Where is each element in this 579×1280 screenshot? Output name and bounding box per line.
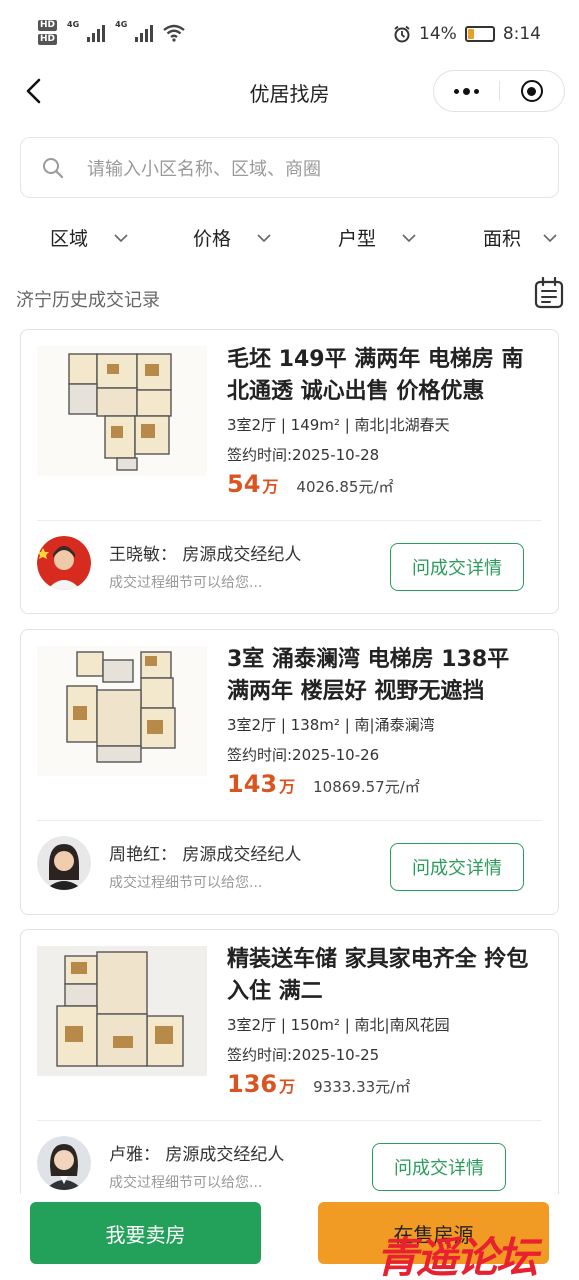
status-bar: HD HD 4G 4G 14% 8:14 (0, 0, 579, 68)
listing-spec: 3室2厅 | 138m² | 南|涌泰澜湾 (227, 716, 435, 734)
listing-date: 签约时间:2025-10-26 (227, 746, 380, 764)
price-row: 143 万 10869.57元/㎡ (227, 770, 420, 798)
target-circle-icon (520, 80, 543, 102)
listing-card[interactable]: 3室 涌泰澜湾 电梯房 138平 满两年 楼层好 视野无遮挡 3室2厅 | 13… (20, 629, 559, 915)
price-unit: 万 (279, 777, 296, 796)
price-row: 54 万 4026.85元/㎡ (227, 470, 394, 498)
alarm-icon (394, 25, 410, 43)
chevron-down-icon (114, 233, 128, 242)
battery-icon (464, 26, 495, 42)
listing-title[interactable]: 3室 涌泰澜湾 电梯房 138平 满两年 楼层好 视野无遮挡 (227, 644, 537, 708)
listing-price: 136 (227, 1070, 278, 1098)
status-right: 14% 8:14 (393, 24, 541, 44)
chevron-down-icon (257, 233, 271, 242)
network-type: 4G (115, 20, 128, 29)
price-unit: 万 (279, 1077, 296, 1096)
agent-note: 成交过程细节可以给您... (109, 1175, 263, 1191)
listing-spec: 3室2厅 | 149m² | 南北|北湖春天 (227, 416, 450, 434)
more-button[interactable] (434, 71, 499, 111)
signal-area: HD HD 4G 4G (38, 20, 186, 45)
unit-price: 4026.85元/㎡ (296, 478, 394, 496)
filter-bar: 区域 价格 户型 面积 (0, 218, 579, 258)
filter-region[interactable]: 区域 (50, 224, 128, 251)
wifi-icon (163, 24, 186, 42)
signal-icon (87, 24, 106, 42)
listing-date: 签约时间:2025-10-25 (227, 1046, 380, 1064)
clock: 8:14 (502, 24, 541, 44)
listing-date: 签约时间:2025-10-28 (227, 446, 380, 464)
divider (37, 520, 542, 521)
hd-badge: HD (38, 34, 58, 45)
agent-name: 卢雅： 房源成交经纪人 (109, 1145, 285, 1165)
battery-percent: 14% (419, 24, 457, 44)
svg-text:青遥论坛: 青遥论坛 (376, 1233, 543, 1280)
hd-badge: HD (38, 20, 58, 31)
agent-name: 周艳红： 房源成交经纪人 (109, 845, 302, 865)
filter-layout[interactable]: 户型 (338, 224, 416, 251)
search-placeholder: 请输入小区名称、区域、商圈 (87, 158, 321, 180)
agent-note: 成交过程细节可以给您... (109, 875, 263, 891)
search-input[interactable]: 请输入小区名称、区域、商圈 (20, 137, 559, 198)
ask-details-button[interactable]: 问成交详情 (390, 843, 524, 891)
ask-details-button[interactable]: 问成交详情 (390, 543, 524, 591)
listing-card[interactable]: 精装送车储 家具家电齐全 拎包入住 满二 3室2厅 | 150m² | 南北|南… (20, 929, 559, 1219)
listing-title[interactable]: 精装送车储 家具家电齐全 拎包入住 满二 (227, 944, 537, 1008)
forum-watermark-logo: 青遥论坛 (376, 1233, 545, 1280)
search-icon (43, 157, 64, 178)
sell-house-button[interactable]: 我要卖房 (30, 1202, 261, 1264)
floor-plan-image[interactable] (37, 946, 207, 1076)
price-row: 136 万 9333.33元/㎡ (227, 1070, 410, 1098)
signal-icon (135, 24, 154, 42)
unit-price: 9333.33元/㎡ (313, 1078, 411, 1096)
network-type: 4G (67, 20, 80, 29)
agent-avatar[interactable] (37, 1136, 91, 1190)
section-title: 济宁历史成交记录 (16, 290, 160, 311)
more-dots-icon (453, 87, 479, 95)
floor-plan-image[interactable] (37, 646, 207, 776)
section-header: 济宁历史成交记录 (16, 276, 565, 314)
price-unit: 万 (262, 477, 279, 496)
miniapp-capsule (433, 70, 565, 112)
agent-note: 成交过程细节可以给您... (109, 575, 263, 591)
agent-avatar[interactable] (37, 836, 91, 890)
chevron-down-icon (543, 233, 557, 242)
unit-price: 10869.57元/㎡ (313, 778, 420, 796)
listing-card[interactable]: 毛坯 149平 满两年 电梯房 南北通透 诚心出售 价格优惠 3室2厅 | 14… (20, 329, 559, 614)
close-miniapp-button[interactable] (500, 71, 565, 111)
divider (37, 820, 542, 821)
divider (37, 1120, 542, 1121)
chevron-down-icon (402, 233, 416, 242)
floor-plan-image[interactable] (37, 346, 207, 476)
listing-title[interactable]: 毛坯 149平 满两年 电梯房 南北通透 诚心出售 价格优惠 (227, 344, 537, 408)
filter-area[interactable]: 面积 (483, 224, 557, 251)
ask-details-button[interactable]: 问成交详情 (372, 1143, 506, 1191)
listing-price: 143 (227, 770, 278, 798)
listing-price: 54 (227, 470, 261, 498)
listing-spec: 3室2厅 | 150m² | 南北|南风花园 (227, 1016, 450, 1034)
agent-name: 王晓敏： 房源成交经纪人 (109, 545, 302, 565)
calendar-icon[interactable] (533, 276, 565, 310)
agent-avatar[interactable] (37, 536, 91, 590)
nav-bar: 优居找房 (0, 68, 579, 116)
filter-price[interactable]: 价格 (193, 224, 271, 251)
